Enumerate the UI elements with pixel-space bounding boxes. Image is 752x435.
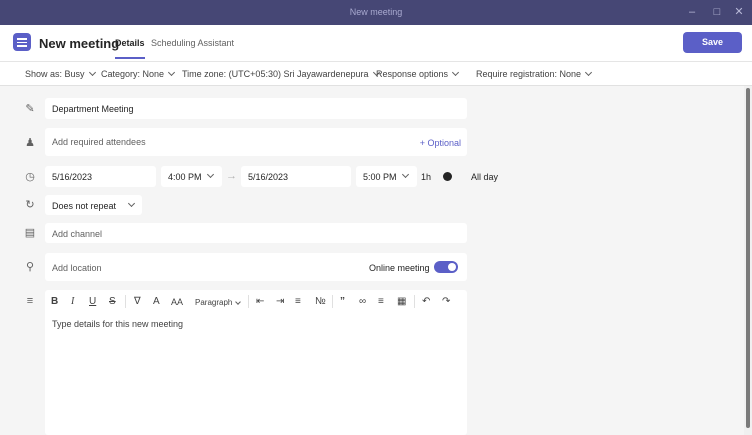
response-options-dropdown[interactable]: Response options	[376, 68, 460, 79]
time-zone-label: Time zone: (UTC+05:30) Sri Jayawardenepu…	[182, 69, 369, 79]
meeting-header: New meeting Details Scheduling Assistant…	[0, 25, 752, 61]
chevron-down-icon	[452, 68, 460, 77]
channel-icon: ▤	[24, 227, 36, 239]
toolbar-divider	[125, 295, 126, 308]
chevron-down-icon	[88, 68, 96, 77]
strikethrough-icon[interactable]: S	[109, 296, 116, 308]
show-as-dropdown[interactable]: Show as: Busy	[25, 68, 96, 79]
end-time-value: 5:00 PM	[363, 172, 397, 182]
font-size-icon[interactable]: AA	[171, 296, 183, 308]
arrow-right-icon: →	[226, 170, 237, 182]
calendar-app-icon	[13, 33, 31, 51]
channel-placeholder: Add channel	[52, 229, 103, 239]
underline-icon[interactable]: U	[89, 296, 96, 308]
chevron-down-icon	[401, 170, 410, 179]
vertical-scrollbar[interactable]	[744, 86, 752, 435]
toolbar-divider	[248, 295, 249, 308]
all-day-label: All day	[471, 172, 499, 182]
paragraph-dropdown[interactable]: Paragraph	[195, 297, 242, 309]
tab-scheduling-assistant[interactable]: Scheduling Assistant	[151, 38, 234, 48]
location-placeholder: Add location	[52, 263, 102, 273]
chevron-down-icon	[127, 199, 136, 208]
attendees-field[interactable]: Add required attendees + Optional	[45, 128, 467, 156]
window-titlebar: New meeting – □ ✕	[0, 0, 752, 25]
end-time-dropdown[interactable]: 5:00 PM	[356, 166, 417, 187]
details-list-icon: ≡	[26, 295, 34, 307]
increase-indent-icon[interactable]: ⇥	[276, 296, 284, 308]
pencil-icon: ✎	[25, 103, 35, 115]
end-date-value: 5/16/2023	[248, 172, 289, 182]
location-pin-icon: ⚲	[25, 261, 35, 273]
channel-field[interactable]: Add channel	[45, 223, 467, 243]
end-date-field[interactable]: 5/16/2023	[241, 166, 351, 187]
optional-attendees-link[interactable]: + Optional	[420, 138, 461, 148]
category-label: Category: None	[101, 69, 165, 79]
horizontal-rule-icon[interactable]: ≡	[378, 296, 384, 308]
highlight-icon[interactable]: ∇	[134, 296, 141, 308]
maximize-icon[interactable]: □	[710, 5, 724, 19]
chevron-down-icon	[168, 68, 176, 77]
meeting-options-bar: Show as: Busy Category: None Time zone: …	[0, 61, 752, 86]
paragraph-label: Paragraph	[195, 298, 233, 307]
minimize-icon[interactable]: –	[685, 5, 699, 19]
repeat-value: Does not repeat	[52, 201, 117, 211]
chevron-down-icon	[206, 170, 215, 179]
table-icon[interactable]: ▦	[397, 296, 406, 308]
tab-details[interactable]: Details	[115, 38, 145, 59]
online-meeting-toggle[interactable]	[434, 261, 458, 273]
repeat-dropdown[interactable]: Does not repeat	[45, 195, 142, 215]
online-meeting-label: Online meeting	[369, 263, 430, 273]
numbered-list-icon[interactable]: №	[315, 296, 326, 308]
category-dropdown[interactable]: Category: None	[101, 68, 176, 79]
details-placeholder: Type details for this new meeting	[52, 319, 184, 329]
add-person-icon: ♟	[25, 137, 35, 149]
start-time-value: 4:00 PM	[168, 172, 202, 182]
undo-icon[interactable]: ↶	[422, 296, 430, 308]
repeat-icon: ↻	[25, 199, 35, 211]
font-color-icon[interactable]: A	[153, 296, 160, 308]
attendees-placeholder: Add required attendees	[52, 137, 146, 147]
toolbar-divider	[332, 295, 333, 308]
registration-dropdown[interactable]: Require registration: None	[476, 68, 593, 79]
time-zone-dropdown[interactable]: Time zone: (UTC+05:30) Sri Jayawardenepu…	[182, 68, 380, 79]
italic-icon[interactable]: I	[71, 296, 74, 308]
start-time-dropdown[interactable]: 4:00 PM	[161, 166, 222, 187]
meeting-title-value: Department Meeting	[52, 104, 134, 114]
window-title: New meeting	[349, 7, 403, 17]
location-field[interactable]: Add location Online meeting	[45, 253, 467, 281]
details-editor[interactable]: B I U S ∇ A AA Paragraph ⇤ ⇥ ≡ № ” ∞ ≡ ▦…	[45, 290, 467, 435]
link-icon[interactable]: ∞	[359, 296, 366, 308]
meeting-title-field[interactable]: Department Meeting	[45, 98, 467, 119]
response-options-label: Response options	[376, 69, 449, 79]
bold-icon[interactable]: B	[51, 296, 58, 308]
toolbar-divider	[414, 295, 415, 308]
clock-icon: ◷	[25, 171, 35, 183]
bullet-list-icon[interactable]: ≡	[295, 296, 301, 308]
scrollbar-thumb[interactable]	[746, 88, 750, 428]
quote-icon[interactable]: ”	[340, 296, 345, 308]
chevron-down-icon	[585, 68, 593, 77]
start-date-field[interactable]: 5/16/2023	[45, 166, 156, 187]
start-date-value: 5/16/2023	[52, 172, 93, 182]
page-title: New meeting	[39, 36, 120, 51]
chevron-down-icon	[235, 299, 242, 305]
redo-icon[interactable]: ↷	[442, 296, 450, 308]
show-as-label: Show as: Busy	[25, 69, 85, 79]
decrease-indent-icon[interactable]: ⇤	[256, 296, 264, 308]
duration-label: 1h	[421, 172, 432, 182]
close-icon[interactable]: ✕	[732, 5, 746, 19]
save-button[interactable]: Save	[683, 32, 742, 53]
registration-label: Require registration: None	[476, 69, 582, 79]
all-day-toggle[interactable]	[443, 172, 452, 181]
